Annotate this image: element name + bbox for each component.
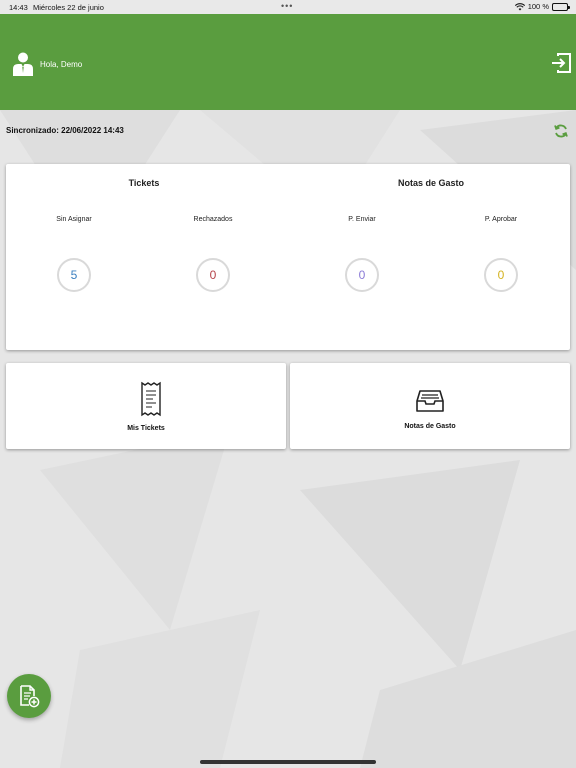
mis-tickets-card[interactable]: Mis Tickets [6,363,286,449]
app-header: Hola, Demo [0,14,576,110]
sync-status-label: Sincronizado: 22/06/2022 14:43 [6,126,124,135]
battery-text: 100 % [527,2,549,11]
stat-label-sin-asignar: Sin Asignar [56,216,92,223]
stat-label-rechazados: Rechazados [193,216,233,223]
battery-icon [552,2,570,11]
new-ticket-fab[interactable] [7,674,51,718]
stat-value-sin-asignar[interactable]: 5 [57,258,91,292]
summary-card: Tickets Notas de Gasto Sin Asignar Recha… [6,164,570,350]
logout-icon[interactable] [550,52,572,74]
status-right: 100 % [514,2,570,11]
multitasking-dots-icon[interactable]: ••• [281,1,293,11]
wifi-icon [514,2,525,10]
notas-de-gasto-card[interactable]: Notas de Gasto [290,363,570,449]
tickets-section-title: Tickets [128,178,160,188]
refresh-icon[interactable] [553,123,569,139]
status-time: 14:43 [9,3,28,12]
receipt-icon [141,381,161,417]
stat-label-p-enviar: P. Enviar [348,216,376,223]
stat-value-rechazados[interactable]: 0 [196,258,230,292]
stat-value-p-aprobar[interactable]: 0 [484,258,518,292]
greeting-text: Hola, Demo [40,60,83,69]
user-icon [13,52,33,76]
notas-section-title: Notas de Gasto [397,178,464,188]
notas-de-gasto-label: Notas de Gasto [404,423,456,430]
status-date: Miércoles 22 de junio [33,3,104,12]
home-indicator[interactable] [200,760,376,764]
stat-value-p-enviar[interactable]: 0 [345,258,379,292]
status-bar: 14:43 Miércoles 22 de junio ••• 100 % [0,0,576,14]
mis-tickets-label: Mis Tickets [127,425,165,432]
stat-label-p-aprobar: P. Aprobar [484,216,518,223]
inbox-tray-icon [416,390,444,412]
new-document-icon [20,685,40,708]
